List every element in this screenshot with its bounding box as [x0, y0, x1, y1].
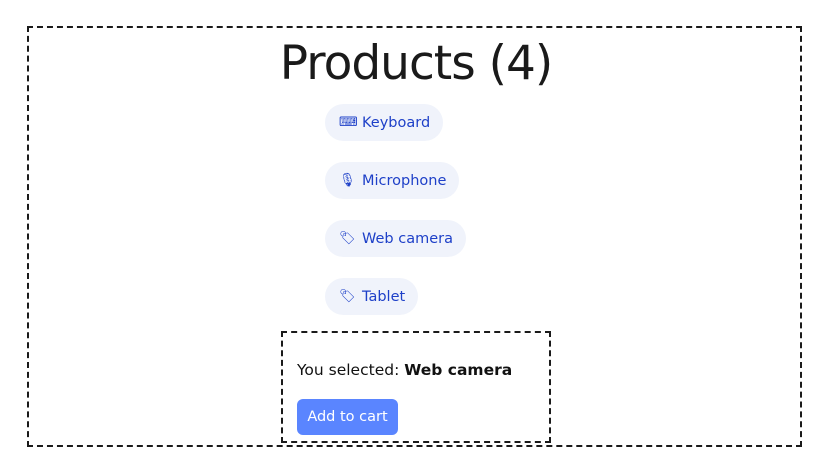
product-label: Web camera	[362, 230, 453, 247]
microphone-icon: 🎙	[339, 172, 356, 188]
selection-prefix: You selected:	[297, 361, 405, 379]
selected-product-name: Web camera	[404, 361, 513, 379]
add-to-cart-button[interactable]: Add to cart	[297, 399, 398, 435]
page-title: Products (4)	[279, 36, 553, 91]
tag-icon: 🏷	[339, 230, 356, 246]
product-label: Tablet	[362, 288, 406, 305]
tag-icon: 🏷	[339, 288, 356, 304]
list-item: 🏷 Web camera	[325, 220, 466, 257]
selection-panel: You selected: Web camera Add to cart	[281, 331, 551, 443]
list-item: 🏷 Tablet	[325, 278, 466, 315]
keyboard-icon: ⌨	[339, 114, 358, 130]
selection-text: You selected: Web camera	[297, 361, 512, 379]
product-label: Keyboard	[362, 114, 431, 131]
product-list: ⌨ Keyboard 🎙 Microphone 🏷 Web camera 🏷 T…	[325, 104, 466, 336]
list-item: ⌨ Keyboard	[325, 104, 466, 141]
product-button-microphone[interactable]: 🎙 Microphone	[325, 162, 460, 199]
product-button-web-camera[interactable]: 🏷 Web camera	[325, 220, 466, 257]
product-button-keyboard[interactable]: ⌨ Keyboard	[325, 104, 444, 141]
product-label: Microphone	[362, 172, 447, 189]
product-button-tablet[interactable]: 🏷 Tablet	[325, 278, 419, 315]
list-item: 🎙 Microphone	[325, 162, 466, 199]
